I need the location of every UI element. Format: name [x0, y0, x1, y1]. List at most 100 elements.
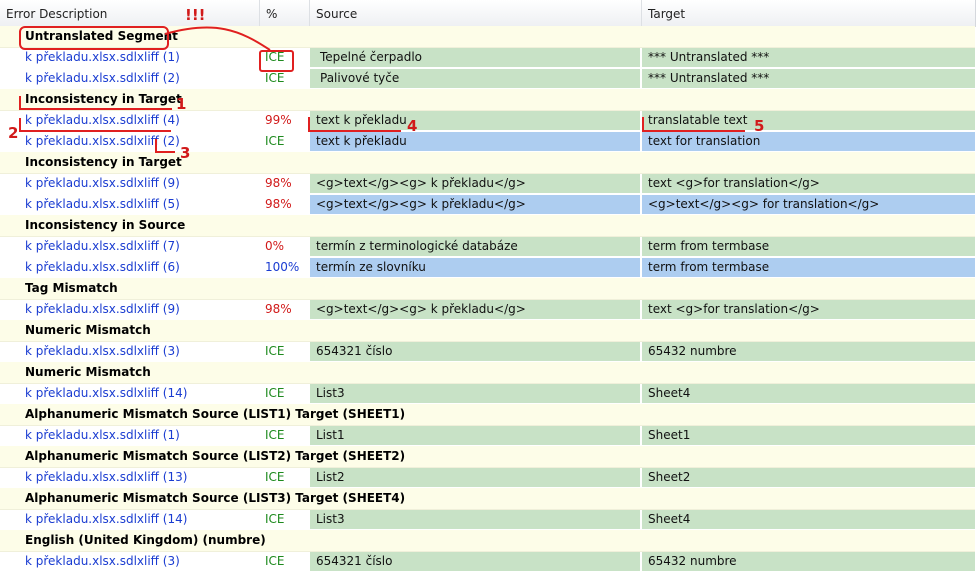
source-text-cell[interactable]: Tepelné čerpadlo	[310, 48, 640, 67]
column-header-source[interactable]: Source	[310, 0, 642, 26]
error-group-label: Inconsistency in Source	[25, 218, 186, 232]
source-text-cell[interactable]: <g>text</g><g> k překladu</g>	[310, 195, 640, 214]
error-group-row[interactable]: English (United Kingdom) (numbre)	[0, 530, 975, 552]
error-group-row[interactable]: Untranslated Segment	[0, 26, 975, 48]
segment-row[interactable]: k překladu.xlsx.sdlxliff (2) ICE text k př…	[0, 131, 975, 152]
error-group-label: Tag Mismatch	[25, 281, 118, 295]
error-group-row[interactable]: Alphanumeric Mismatch Source (LIST3) Tar…	[0, 488, 975, 510]
segment-file-link[interactable]: k překladu.xlsx.sdlxliff (1)	[25, 425, 180, 446]
column-header-percent[interactable]: %	[260, 0, 310, 26]
segment-file-link[interactable]: k překladu.xlsx.sdlxliff (14)	[25, 509, 187, 530]
segment-file-link[interactable]: k překladu.xlsx.sdlxliff (13)	[25, 467, 187, 488]
source-text-cell[interactable]: 654321 číslo	[310, 552, 640, 571]
segment-row[interactable]: k překladu.xlsx.sdlxliff (7) 0% termín z t…	[0, 236, 975, 257]
segment-row[interactable]: k překladu.xlsx.sdlxliff (13) ICE List2 She…	[0, 467, 975, 488]
error-group-label: English (United Kingdom) (numbre)	[25, 533, 266, 547]
match-percent: ICE	[265, 554, 285, 568]
column-header-error-description[interactable]: Error Description	[0, 0, 260, 26]
error-group-label: Numeric Mismatch	[25, 323, 151, 337]
source-text-cell[interactable]: Palivové tyče	[310, 69, 640, 88]
target-text-cell[interactable]: *** Untranslated ***	[642, 48, 975, 67]
error-group-row[interactable]: Inconsistency in Source	[0, 215, 975, 237]
target-text-cell[interactable]: term from termbase	[642, 258, 975, 277]
target-text-cell[interactable]: *** Untranslated ***	[642, 69, 975, 88]
match-percent: 98%	[265, 197, 292, 211]
match-percent: 98%	[265, 176, 292, 190]
error-group-row[interactable]: Tag Mismatch	[0, 278, 975, 300]
source-text-cell[interactable]: List2	[310, 468, 640, 487]
segment-row[interactable]: k překladu.xlsx.sdlxliff (6) 100% termín z…	[0, 257, 975, 278]
match-percent: ICE	[265, 428, 285, 442]
segment-row[interactable]: k překladu.xlsx.sdlxliff (9) 98% <g>text</…	[0, 299, 975, 320]
target-text-cell[interactable]: Sheet4	[642, 510, 975, 529]
segment-row[interactable]: k překladu.xlsx.sdlxliff (14) ICE List3 She…	[0, 383, 975, 404]
segment-file-link[interactable]: k překladu.xlsx.sdlxliff (3)	[25, 551, 180, 572]
segment-file-link[interactable]: k překladu.xlsx.sdlxliff (5)	[25, 194, 180, 215]
target-text-cell[interactable]: text <g>for translation</g>	[642, 174, 975, 193]
segment-file-link[interactable]: k překladu.xlsx.sdlxliff (14)	[25, 383, 187, 404]
match-percent: ICE	[265, 50, 285, 64]
qa-results-grid: Error Description % Source Target Untran…	[0, 0, 977, 578]
source-text-cell[interactable]: text k překladu	[310, 111, 640, 130]
match-percent: ICE	[265, 512, 285, 526]
source-text-cell[interactable]: List3	[310, 510, 640, 529]
target-text-cell[interactable]: Sheet1	[642, 426, 975, 445]
error-group-row[interactable]: Alphanumeric Mismatch Source (LIST2) Tar…	[0, 446, 975, 468]
segment-file-link[interactable]: k překladu.xlsx.sdlxliff (9)	[25, 299, 180, 320]
segment-row[interactable]: k překladu.xlsx.sdlxliff (4) 99% text k př…	[0, 110, 975, 131]
source-text-cell[interactable]: termín z terminologické databáze	[310, 237, 640, 256]
source-text-cell[interactable]: List1	[310, 426, 640, 445]
source-text-cell[interactable]: <g>text</g><g> k překladu</g>	[310, 174, 640, 193]
target-text-cell[interactable]: text for translation	[642, 132, 975, 151]
error-group-row[interactable]: Numeric Mismatch	[0, 320, 975, 342]
target-text-cell[interactable]: text <g>for translation</g>	[642, 300, 975, 319]
segment-file-link[interactable]: k překladu.xlsx.sdlxliff (3)	[25, 341, 180, 362]
segment-file-link[interactable]: k překladu.xlsx.sdlxliff (2)	[25, 131, 180, 152]
match-percent: 99%	[265, 113, 292, 127]
source-text-cell[interactable]: List3	[310, 384, 640, 403]
match-percent: ICE	[265, 71, 285, 85]
error-group-label: Alphanumeric Mismatch Source (LIST3) Tar…	[25, 491, 406, 505]
match-percent: ICE	[265, 134, 285, 148]
error-group-row[interactable]: Alphanumeric Mismatch Source (LIST1) Tar…	[0, 404, 975, 426]
target-text-cell[interactable]: 65432 numbre	[642, 342, 975, 361]
error-group-row[interactable]: Inconsistency in Target	[0, 89, 975, 111]
match-percent: 98%	[265, 302, 292, 316]
segment-row[interactable]: k překladu.xlsx.sdlxliff (2) ICE Palivové …	[0, 68, 975, 89]
error-group-label: Untranslated Segment	[25, 29, 178, 43]
target-text-cell[interactable]: Sheet2	[642, 468, 975, 487]
source-text-cell[interactable]: 654321 číslo	[310, 342, 640, 361]
column-header-bar: Error Description % Source Target	[0, 0, 976, 27]
segment-file-link[interactable]: k překladu.xlsx.sdlxliff (2)	[25, 68, 180, 89]
source-text-cell[interactable]: text k překladu	[310, 132, 640, 151]
target-text-cell[interactable]: 65432 numbre	[642, 552, 975, 571]
target-text-cell[interactable]: term from termbase	[642, 237, 975, 256]
error-group-label: Numeric Mismatch	[25, 365, 151, 379]
target-text-cell[interactable]: Sheet4	[642, 384, 975, 403]
match-percent: ICE	[265, 470, 285, 484]
segment-file-link[interactable]: k překladu.xlsx.sdlxliff (1)	[25, 47, 180, 68]
segment-row[interactable]: k překladu.xlsx.sdlxliff (14) ICE List3 She…	[0, 509, 975, 530]
segment-file-link[interactable]: k překladu.xlsx.sdlxliff (4)	[25, 110, 180, 131]
match-percent: ICE	[265, 344, 285, 358]
error-group-row[interactable]: Numeric Mismatch	[0, 362, 975, 384]
segment-row[interactable]: k překladu.xlsx.sdlxliff (1) ICE Tepelné č…	[0, 47, 975, 68]
segment-row[interactable]: k překladu.xlsx.sdlxliff (1) ICE List1 Shee…	[0, 425, 975, 446]
segment-file-link[interactable]: k překladu.xlsx.sdlxliff (6)	[25, 257, 180, 278]
segment-file-link[interactable]: k překladu.xlsx.sdlxliff (9)	[25, 173, 180, 194]
segment-row[interactable]: k překladu.xlsx.sdlxliff (5) 98% <g>text</…	[0, 194, 975, 215]
segment-file-link[interactable]: k překladu.xlsx.sdlxliff (7)	[25, 236, 180, 257]
error-group-label: Alphanumeric Mismatch Source (LIST2) Tar…	[25, 449, 406, 463]
match-percent: 0%	[265, 239, 285, 253]
source-text-cell[interactable]: termín ze slovníku	[310, 258, 640, 277]
target-text-cell[interactable]: translatable text	[642, 111, 975, 130]
match-percent: ICE	[265, 386, 285, 400]
segment-row[interactable]: k překladu.xlsx.sdlxliff (3) ICE 654321 čí…	[0, 551, 975, 572]
target-text-cell[interactable]: <g>text</g><g> for translation</g>	[642, 195, 975, 214]
segment-row[interactable]: k překladu.xlsx.sdlxliff (3) ICE 654321 čí…	[0, 341, 975, 362]
segment-row[interactable]: k překladu.xlsx.sdlxliff (9) 98% <g>text</…	[0, 173, 975, 194]
error-group-label: Alphanumeric Mismatch Source (LIST1) Tar…	[25, 407, 406, 421]
source-text-cell[interactable]: <g>text</g><g> k překladu</g>	[310, 300, 640, 319]
column-header-target[interactable]: Target	[642, 0, 975, 26]
error-group-row[interactable]: Inconsistency in Target	[0, 152, 975, 174]
